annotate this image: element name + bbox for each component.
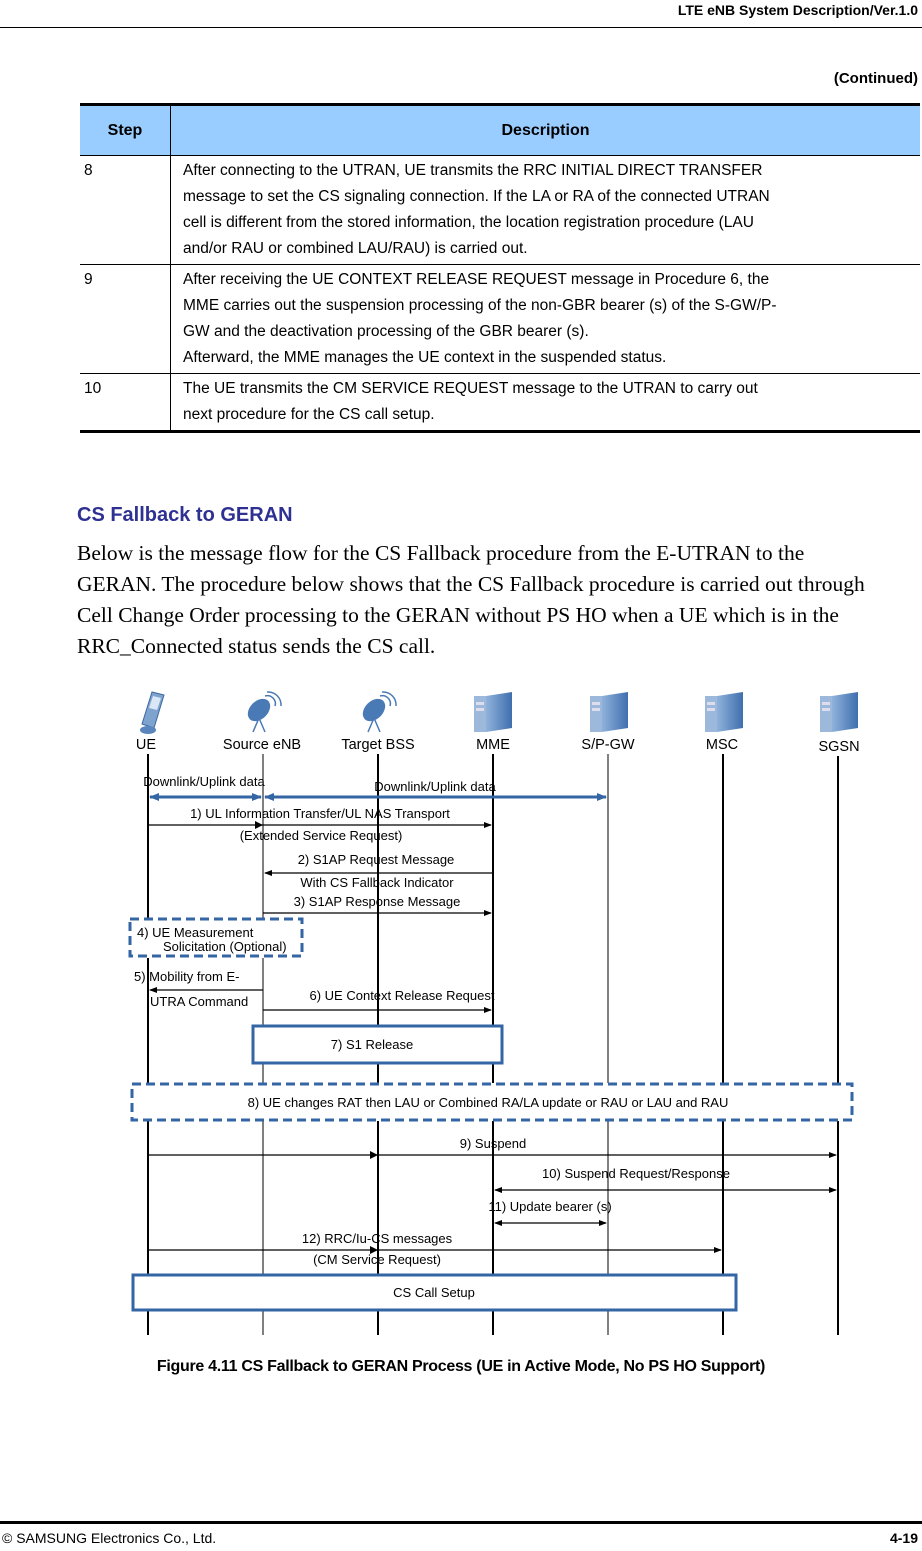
data-label-ue-enb: Downlink/Uplink data — [143, 774, 265, 789]
message-12-label: 12) RRC/Iu-CS messages — [302, 1231, 453, 1246]
message-6-label: 6) UE Context Release Request — [310, 988, 495, 1003]
message-1-label: 1) UL Information Transfer/UL NAS Transp… — [190, 806, 450, 821]
step-4-sublabel: Solicitation (Optional) — [163, 939, 287, 954]
satellite-dish-icon — [362, 691, 397, 733]
entity-label-source-enb: Source eNB — [223, 737, 301, 753]
message-10-label: 10) Suspend Request/Response — [542, 1166, 730, 1181]
data-label-enb-gw: Downlink/Uplink data — [374, 779, 496, 794]
step-7-label: 7) S1 Release — [331, 1037, 413, 1052]
description-line: cell is different from the stored inform… — [183, 214, 754, 231]
document-header-title: LTE eNB System Description/Ver.1.0 — [677, 2, 918, 18]
description-line: After connecting to the UTRAN, UE transm… — [183, 162, 763, 179]
figure-caption: Figure 4.11 CS Fallback to GERAN Process… — [156, 1358, 766, 1375]
entity-label-target-bss: Target BSS — [341, 737, 414, 753]
description-line: Afterward, the MME manages the UE contex… — [183, 349, 667, 366]
table-row: 10 The UE transmits the CM SERVICE REQUE… — [80, 373, 920, 433]
description-line: next procedure for the CS call setup. — [183, 406, 435, 423]
entity-label-spgw: S/P-GW — [581, 737, 634, 753]
entity-label-sgsn: SGSN — [818, 739, 859, 755]
step-description: The UE transmits the CM SERVICE REQUEST … — [170, 373, 920, 433]
intro-line: Cell Change Order processing to the GERA… — [77, 603, 839, 627]
entity-label-mme: MME — [476, 737, 510, 753]
message-2-label: 2) S1AP Request Message — [298, 852, 455, 867]
table-header-row: Step Description — [80, 103, 920, 156]
intro-paragraph: Below is the message flow for the CS Fal… — [77, 538, 922, 662]
entity-label-ue: UE — [136, 737, 156, 753]
continued-label: (Continued) — [833, 70, 918, 87]
header-divider — [0, 27, 922, 28]
step-number: 9 — [80, 264, 171, 374]
description-line: GW and the deactivation processing of th… — [183, 323, 589, 340]
intro-line: Below is the message flow for the CS Fal… — [77, 541, 805, 565]
step-description: After receiving the UE CONTEXT RELEASE R… — [170, 264, 920, 374]
message-5-sublabel: UTRA Command — [150, 994, 248, 1009]
column-header-description: Description — [170, 103, 920, 156]
message-5-label: 5) Mobility from E- — [134, 969, 239, 984]
footer-divider — [0, 1521, 922, 1524]
description-line: After receiving the UE CONTEXT RELEASE R… — [183, 271, 770, 288]
steps-table: Step Description 8 After connecting to t… — [80, 103, 920, 433]
message-9-label: 9) Suspend — [460, 1136, 527, 1151]
step-number: 10 — [80, 373, 171, 433]
description-line: The UE transmits the CM SERVICE REQUEST … — [183, 380, 758, 397]
message-11-label: 11) Update bearer (s) — [488, 1199, 611, 1214]
table-row: 8 After connecting to the UTRAN, UE tran… — [80, 155, 920, 265]
mobile-phone-icon — [140, 691, 165, 734]
server-icon — [474, 692, 512, 732]
server-icon — [705, 692, 743, 732]
message-3-label: 3) S1AP Response Message — [294, 894, 461, 909]
satellite-dish-icon — [247, 691, 282, 733]
server-icon — [590, 692, 628, 732]
server-icon — [820, 692, 858, 732]
message-12-sublabel: (CM Service Request) — [313, 1252, 441, 1267]
description-line: MME carries out the suspension processin… — [183, 297, 777, 314]
message-2-sublabel: With CS Fallback Indicator — [300, 875, 454, 890]
intro-line: RRC_Connected status sends the CS call. — [77, 634, 436, 658]
step-description: After connecting to the UTRAN, UE transm… — [170, 155, 920, 265]
description-line: message to set the CS signaling connecti… — [183, 188, 770, 205]
section-title: CS Fallback to GERAN — [77, 504, 293, 526]
step-8-label: 8) UE changes RAT then LAU or Combined R… — [248, 1095, 729, 1110]
footer-copyright: © SAMSUNG Electronics Co., Ltd. — [2, 1530, 217, 1546]
intro-line: GERAN. The procedure below shows that th… — [77, 572, 865, 596]
page-number: 4-19 — [889, 1530, 918, 1546]
sequence-diagram: UE Source eNB Target BSS MME S/P-GW MSC … — [128, 691, 860, 1335]
column-header-step: Step — [80, 103, 171, 156]
cs-call-setup-label: CS Call Setup — [393, 1285, 475, 1300]
message-1-sublabel: (Extended Service Request) — [240, 828, 403, 843]
step-4-label: 4) UE Measurement — [137, 925, 254, 940]
step-number: 8 — [80, 155, 171, 265]
table-row: 9 After receiving the UE CONTEXT RELEASE… — [80, 264, 920, 374]
entity-label-msc: MSC — [706, 737, 738, 753]
description-line: and/or RAU or combined LAU/RAU) is carri… — [183, 240, 528, 257]
